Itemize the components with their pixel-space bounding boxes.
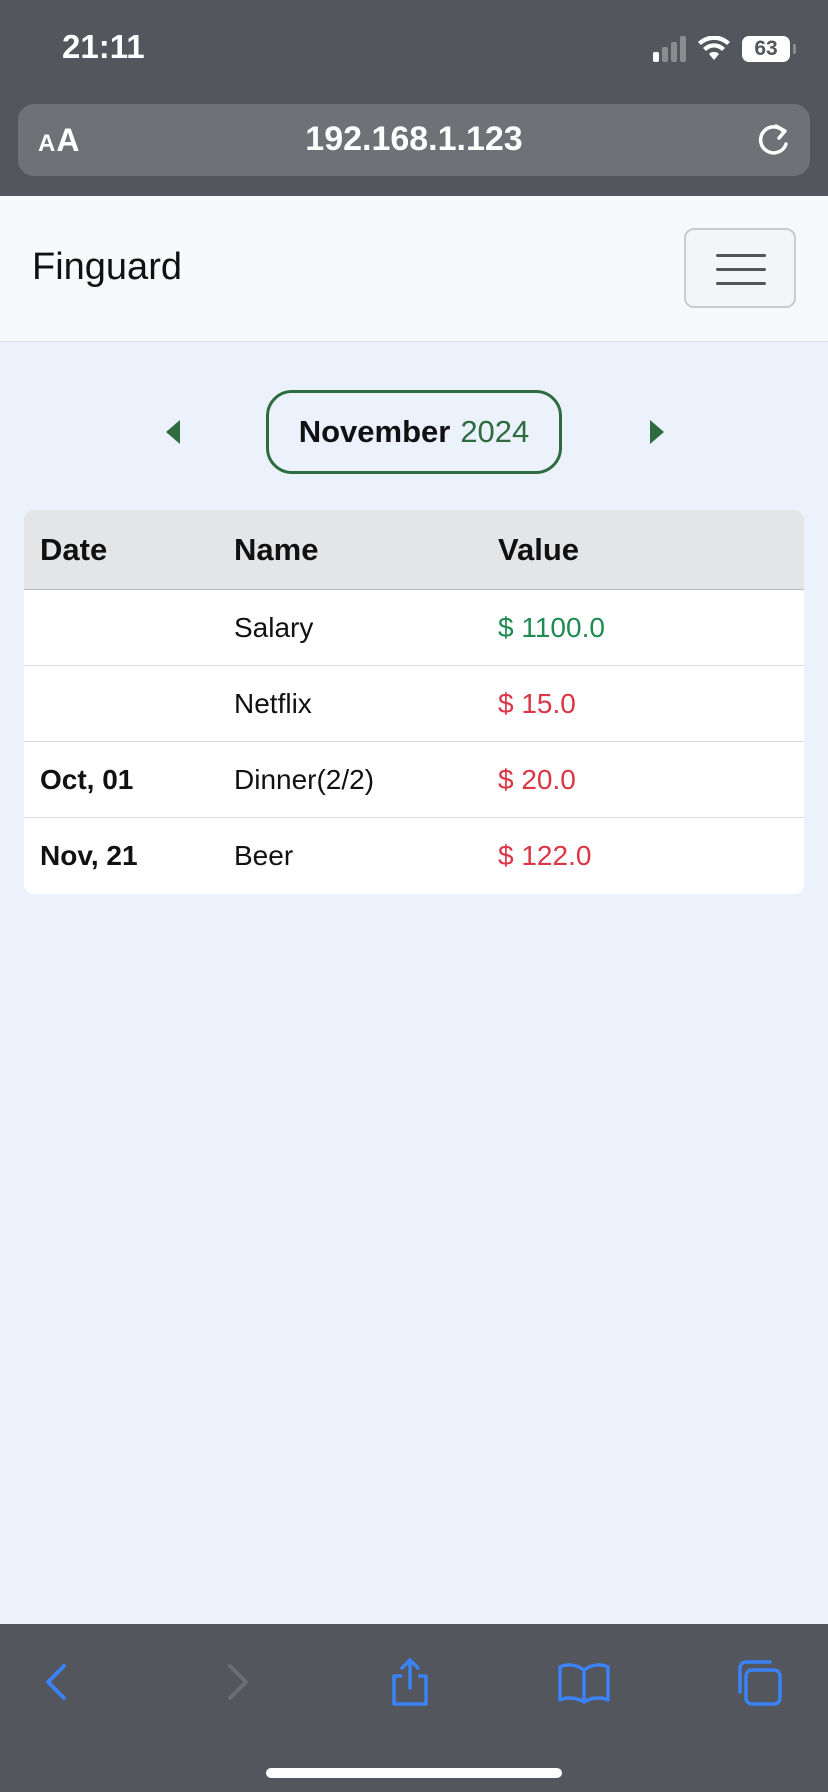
- bookmarks-icon[interactable]: [556, 1654, 612, 1710]
- back-icon[interactable]: [30, 1654, 86, 1710]
- column-header-date: Date: [40, 531, 108, 567]
- app-navbar: Finguard: [0, 196, 828, 342]
- column-header-value: Value: [498, 531, 579, 567]
- status-time: 21:11: [62, 28, 145, 65]
- table-row[interactable]: Salary $ 1100.0: [24, 590, 804, 666]
- row-value: $ 20.0: [498, 763, 576, 795]
- table-header: Date Name Value: [24, 510, 804, 590]
- table-row[interactable]: Oct, 01 Dinner(2/2) $ 20.0: [24, 742, 804, 818]
- browser-bottom-toolbar: [0, 1624, 828, 1792]
- status-icons: 63: [653, 34, 796, 64]
- hamburger-line: [716, 254, 766, 257]
- table-row[interactable]: Netflix $ 15.0: [24, 666, 804, 742]
- battery-icon: 63: [742, 36, 796, 62]
- row-value: $ 1100.0: [498, 611, 605, 643]
- home-indicator: [266, 1768, 562, 1778]
- row-date: Nov, 21: [40, 840, 138, 871]
- url-text: 192.168.1.123: [305, 120, 523, 158]
- wifi-icon: [698, 36, 730, 60]
- reload-icon[interactable]: [754, 120, 792, 160]
- column-header-name: Name: [234, 531, 319, 567]
- row-name: Salary: [234, 611, 314, 643]
- browser-top-chrome: 21:11 63 AA 192.168.1.123: [0, 0, 828, 196]
- address-bar[interactable]: AA 192.168.1.123: [18, 104, 810, 176]
- tabs-icon[interactable]: [732, 1654, 788, 1710]
- brand-logo-text[interactable]: Finguard: [32, 246, 182, 289]
- forward-icon[interactable]: [208, 1654, 264, 1710]
- month-name: November: [298, 414, 451, 449]
- transactions-table: Date Name Value Salary $ 1100.0 Netflix …: [24, 510, 804, 894]
- hamburger-line: [716, 268, 766, 271]
- month-year: 2024: [460, 414, 530, 449]
- month-selector: November 2024: [0, 390, 828, 476]
- row-name: Beer: [234, 840, 294, 871]
- share-icon[interactable]: [382, 1654, 438, 1710]
- previous-month-icon[interactable]: [162, 418, 186, 446]
- battery-level: 63: [754, 37, 778, 60]
- row-value: $ 122.0: [498, 840, 592, 871]
- menu-toggle-button[interactable]: [684, 228, 796, 308]
- current-month-button[interactable]: November 2024: [266, 390, 562, 474]
- row-name: Netflix: [234, 687, 312, 719]
- row-value: $ 15.0: [498, 687, 576, 719]
- row-name: Dinner(2/2): [234, 763, 375, 795]
- row-date: Oct, 01: [40, 763, 134, 795]
- cellular-signal-icon: [653, 36, 686, 62]
- next-month-icon[interactable]: [644, 418, 668, 446]
- table-row[interactable]: Nov, 21 Beer $ 122.0: [24, 818, 804, 894]
- hamburger-line: [716, 282, 766, 285]
